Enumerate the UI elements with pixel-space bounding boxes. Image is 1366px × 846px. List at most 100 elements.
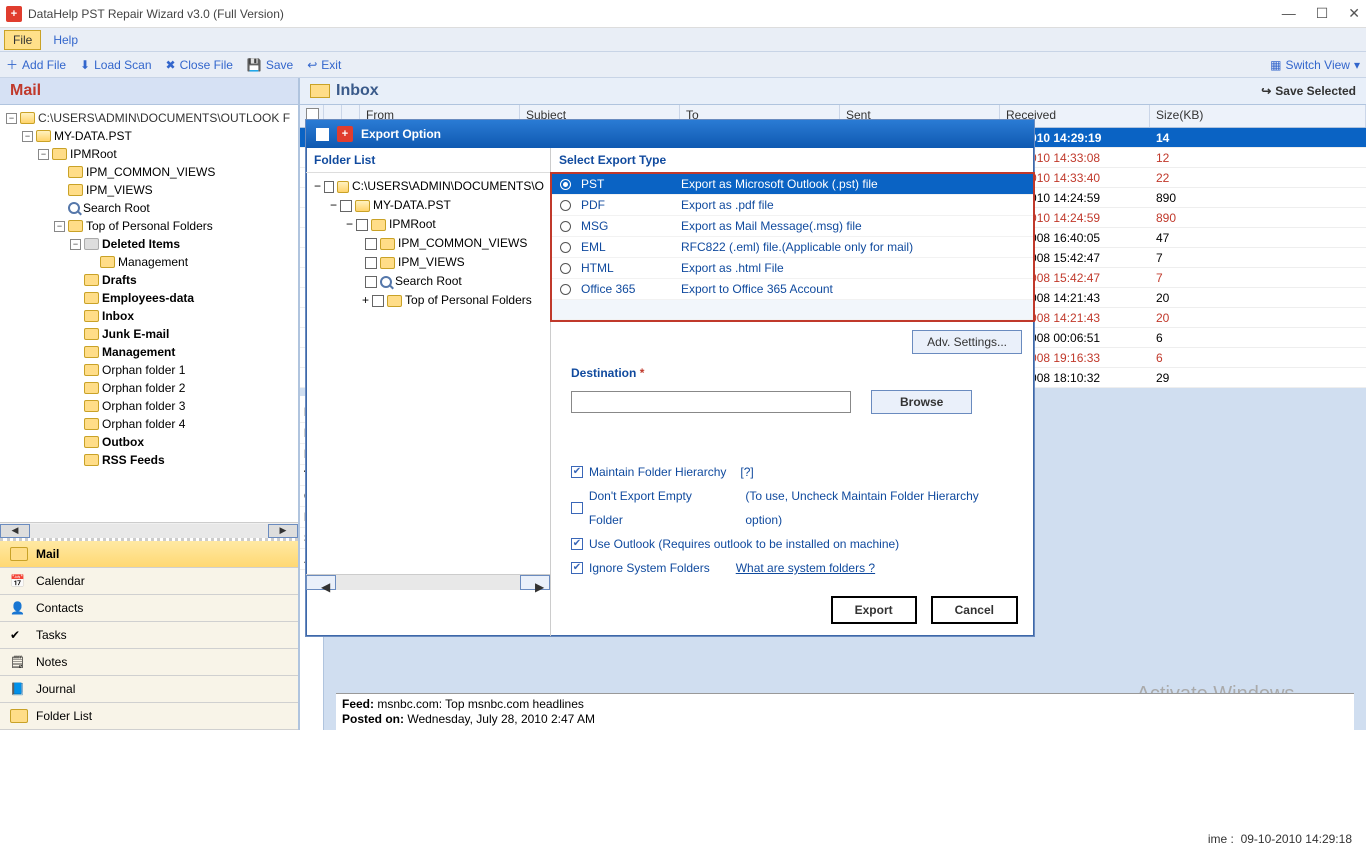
hscroll[interactable]: ◀▶ xyxy=(0,522,298,538)
export-type-pdf[interactable]: PDFExport as .pdf file xyxy=(552,195,1033,216)
folder-icon xyxy=(68,220,83,232)
minimize-button[interactable]: — xyxy=(1282,5,1296,22)
titlebar: + DataHelp PST Repair Wizard v3.0 (Full … xyxy=(0,0,1366,28)
save-icon: ↪ xyxy=(1261,84,1271,98)
folder-icon xyxy=(84,292,99,304)
export-type-html[interactable]: HTMLExport as .html File xyxy=(552,258,1033,279)
folder-icon xyxy=(84,418,99,430)
nav-notes[interactable]: 🗒Notes xyxy=(0,649,298,676)
drafts-icon xyxy=(84,274,99,286)
folder-icon xyxy=(68,184,83,196)
close-file-icon: ✖ xyxy=(166,58,176,72)
nav-tasks[interactable]: ✔Tasks xyxy=(0,622,298,649)
destination-input[interactable] xyxy=(571,391,851,413)
dialog-titlebar[interactable]: + Export Option xyxy=(306,120,1034,148)
grid-icon: ▦ xyxy=(1270,58,1281,72)
folder-icon xyxy=(84,382,99,394)
search-icon xyxy=(380,276,392,288)
pane-header-mail: Mail xyxy=(0,78,298,105)
export-type-msg[interactable]: MSGExport as Mail Message(.msg) file xyxy=(552,216,1033,237)
browse-button[interactable]: Browse xyxy=(871,390,972,414)
export-type-pst[interactable]: PSTExport as Microsoft Outlook (.pst) fi… xyxy=(552,174,1033,195)
folder-list-header: Folder List xyxy=(306,148,550,173)
junk-icon xyxy=(84,328,99,340)
load-scan-button[interactable]: ⬇Load Scan xyxy=(80,58,151,72)
folder-icon xyxy=(52,148,67,160)
folder-icon xyxy=(68,166,83,178)
adv-settings-button[interactable]: Adv. Settings... xyxy=(912,330,1022,354)
nav-folder-list[interactable]: Folder List xyxy=(0,703,298,730)
opt-dont-export-empty[interactable]: Don't Export Empty Folder (To use, Unche… xyxy=(571,484,1014,532)
toolbar: ＋Add File ⬇Load Scan ✖Close File 💾Save ↩… xyxy=(0,52,1366,78)
nav-contacts[interactable]: 👤Contacts xyxy=(0,595,298,622)
status-time: ime : 09-10-2010 14:29:18 xyxy=(1208,832,1352,846)
notes-icon: 🗒 xyxy=(10,655,28,669)
folder-icon xyxy=(380,238,395,250)
export-button[interactable]: Export xyxy=(831,596,917,624)
deleted-icon xyxy=(84,238,99,250)
save-button[interactable]: 💾Save xyxy=(247,58,293,72)
opt-ignore-system[interactable]: Ignore System FoldersWhat are system fol… xyxy=(571,556,1014,580)
app-icon: + xyxy=(6,6,22,22)
dialog-left-hscroll[interactable]: ◀▶ xyxy=(306,574,550,590)
select-export-header: Select Export Type xyxy=(551,148,1034,173)
folder-tree[interactable]: −C:\USERS\ADMIN\DOCUMENTS\OUTLOOK F −MY-… xyxy=(0,105,298,522)
menubar: File Help xyxy=(0,28,1366,52)
export-type-list: PSTExport as Microsoft Outlook (.pst) fi… xyxy=(550,172,1035,322)
close-file-button[interactable]: ✖Close File xyxy=(166,58,233,72)
add-file-button[interactable]: ＋Add File xyxy=(6,56,66,73)
folder-icon xyxy=(84,400,99,412)
inbox-icon xyxy=(84,310,99,322)
dialog-app-icon: + xyxy=(337,126,353,142)
cancel-button[interactable]: Cancel xyxy=(931,596,1018,624)
folder-icon xyxy=(337,181,349,193)
nav-calendar[interactable]: 📅Calendar xyxy=(0,568,298,595)
inbox-header-icon xyxy=(310,84,330,98)
system-folders-link[interactable]: What are system folders ? xyxy=(736,556,875,580)
plus-icon: ＋ xyxy=(6,56,18,73)
opt-use-outlook[interactable]: Use Outlook (Requires outlook to be inst… xyxy=(571,532,1014,556)
dialog-checkbox[interactable] xyxy=(316,128,329,141)
feed-bar: Feed: msnbc.com: Top msnbc.com headlines… xyxy=(336,693,1354,730)
opt-maintain-hierarchy[interactable]: Maintain Folder Hierarchy[?] xyxy=(571,460,1014,484)
save-selected-button[interactable]: ↪Save Selected xyxy=(1261,84,1356,98)
nav-journal[interactable]: 📘Journal xyxy=(0,676,298,703)
inbox-title: Inbox xyxy=(336,82,379,100)
calendar-icon: 📅 xyxy=(10,574,28,588)
close-window-button[interactable]: ✕ xyxy=(1348,5,1360,22)
rss-icon xyxy=(84,454,99,466)
folder-icon xyxy=(20,112,35,124)
download-icon: ⬇ xyxy=(80,58,90,72)
export-type-eml[interactable]: EMLRFC822 (.eml) file.(Applicable only f… xyxy=(552,237,1033,258)
export-dialog: + Export Option Folder List −C:\USERS\AD… xyxy=(305,119,1035,637)
outbox-icon xyxy=(84,436,99,448)
maximize-button[interactable]: ☐ xyxy=(1316,5,1329,22)
menu-file[interactable]: File xyxy=(4,30,41,50)
journal-icon: 📘 xyxy=(10,682,28,696)
folder-icon xyxy=(371,219,386,231)
save-icon: 💾 xyxy=(247,58,262,72)
pst-icon xyxy=(36,130,51,142)
window-title: DataHelp PST Repair Wizard v3.0 (Full Ve… xyxy=(28,7,284,21)
destination-label: Destination xyxy=(571,366,636,380)
mail-icon xyxy=(10,547,28,561)
folder-icon xyxy=(387,295,402,307)
export-type-office-365[interactable]: Office 365Export to Office 365 Account xyxy=(552,279,1033,300)
folder-icon xyxy=(100,256,115,268)
folder-icon xyxy=(380,257,395,269)
folder-icon xyxy=(84,346,99,358)
switch-view-button[interactable]: ▦Switch View ▾ xyxy=(1270,58,1360,72)
pst-icon xyxy=(355,200,370,212)
folderlist-icon xyxy=(10,709,28,723)
left-pane: Mail −C:\USERS\ADMIN\DOCUMENTS\OUTLOOK F… xyxy=(0,78,300,730)
menu-help[interactable]: Help xyxy=(45,31,86,49)
exit-icon: ↩ xyxy=(307,58,317,72)
exit-button[interactable]: ↩Exit xyxy=(307,58,341,72)
contacts-icon: 👤 xyxy=(10,601,28,615)
folder-icon xyxy=(84,364,99,376)
dialog-folder-tree[interactable]: −C:\USERS\ADMIN\DOCUMENTS\O −MY-DATA.PST… xyxy=(306,173,550,314)
nav-mail[interactable]: Mail xyxy=(0,541,298,568)
dialog-title: Export Option xyxy=(361,127,441,141)
tasks-icon: ✔ xyxy=(10,628,28,642)
search-icon xyxy=(68,202,80,214)
